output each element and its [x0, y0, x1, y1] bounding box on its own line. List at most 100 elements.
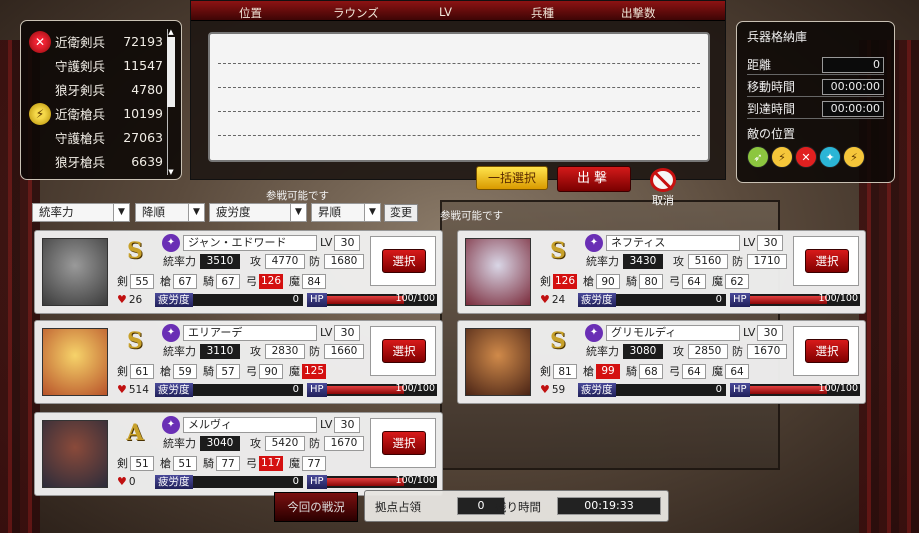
command-label: 統率力 — [163, 255, 196, 268]
troop-row[interactable]: 守護剣兵 11547 — [29, 53, 175, 77]
troop-name: 近衛槍兵 — [55, 106, 106, 122]
chevron-down-icon: ▼ — [364, 204, 380, 221]
character-name: グリモルディ — [606, 325, 740, 341]
spear-value: 51 — [173, 455, 197, 471]
formation-slots[interactable] — [208, 32, 710, 162]
level-label: LV — [743, 236, 756, 249]
heart-icon: ♥ — [117, 293, 127, 306]
enemy-bow-icon[interactable]: ➶ — [747, 146, 769, 168]
sortie-button[interactable]: 出撃 — [557, 166, 631, 192]
command-value: 3110 — [200, 343, 240, 359]
enemy-cavalry-icon[interactable]: ⚡ — [843, 146, 865, 168]
sort-order-1-select[interactable]: 降順 ▼ — [135, 203, 205, 222]
fatigue-value: 0 — [192, 476, 303, 488]
class-icon: ✦ — [585, 324, 603, 342]
spear-label: 槍 — [583, 365, 594, 378]
chevron-down-icon: ▼ — [188, 204, 204, 221]
troop-row[interactable]: 狼牙槍兵 6639 — [29, 149, 175, 173]
select-frame: 選択 — [793, 236, 859, 286]
defense-label: 防 — [309, 437, 320, 450]
heart-icon: ♥ — [117, 475, 127, 488]
sword-label: 剣 — [540, 365, 551, 378]
formation-slot[interactable] — [218, 112, 700, 136]
bow-label: 弓 — [246, 457, 257, 470]
affection-indicator: ♥ 0 — [117, 475, 136, 488]
troop-name: 守護剣兵 — [55, 58, 106, 74]
cavalry-value: 67 — [216, 273, 240, 289]
fatigue-value: 0 — [192, 384, 303, 396]
defense-value: 1670 — [324, 435, 364, 451]
troop-row[interactable]: 狼牙剣兵 4780 — [29, 77, 175, 101]
command-label: 統率力 — [586, 255, 619, 268]
heart-icon: ♥ — [540, 293, 550, 306]
scroll-down-icon[interactable]: ▼ — [167, 169, 175, 176]
move-time-value: 00:00:00 — [822, 78, 884, 95]
character-name: メルヴィ — [183, 417, 317, 433]
formation-header: 位置 ラウンズ LV 兵種 出撃数 — [191, 1, 725, 21]
character-card: S ♥ 24 ✦ ネフティス LV 30 統率力 3430 攻 5160 防 1710 剣… — [457, 230, 866, 314]
sort-order-2-select[interactable]: 昇順 ▼ — [311, 203, 381, 222]
enemy-spear-icon[interactable]: ⚡ — [771, 146, 793, 168]
character-portrait[interactable] — [465, 238, 531, 306]
fatigue-label: 疲労度 — [155, 293, 193, 307]
formation-slot[interactable] — [218, 64, 700, 88]
character-portrait[interactable] — [42, 420, 108, 488]
bulk-select-button[interactable]: 一括選択 — [476, 166, 548, 190]
troop-list-scrollbar[interactable]: ▲ ▼ — [167, 29, 175, 176]
cancel-button[interactable]: 取消 — [648, 168, 678, 207]
sword-label: 剣 — [117, 275, 128, 288]
change-sort-button[interactable]: 変更 — [384, 204, 418, 222]
rank-badge: S — [550, 328, 566, 354]
spear-value: 90 — [596, 273, 620, 289]
select-button[interactable]: 選択 — [382, 249, 426, 273]
troop-row[interactable]: ⚡ 近衛槍兵 10199 — [29, 101, 175, 125]
cavalry-label: 騎 — [203, 275, 214, 288]
class-icon: ✦ — [162, 416, 180, 434]
scroll-thumb[interactable] — [167, 37, 175, 107]
character-portrait[interactable] — [42, 328, 108, 396]
level-field: LV 30 — [743, 235, 784, 251]
spear-value: 59 — [173, 363, 197, 379]
command-value: 3510 — [200, 253, 240, 269]
bow-label: 弓 — [246, 275, 257, 288]
enemy-sword-icon[interactable]: ✕ — [795, 146, 817, 168]
distance-label: 距離 — [747, 58, 772, 72]
troop-name: 狼牙剣兵 — [55, 82, 106, 98]
bow-value: 64 — [682, 273, 706, 289]
fatigue-label: 疲労度 — [155, 383, 193, 397]
affection-value: 26 — [128, 294, 143, 306]
character-card: S ♥ 26 ✦ ジャン・エドワード LV 30 統率力 3510 攻 4770 防 16… — [34, 230, 443, 314]
select-button[interactable]: 選択 — [382, 339, 426, 363]
heart-icon: ♥ — [540, 383, 550, 396]
select-button[interactable]: 選択 — [805, 249, 849, 273]
sword-value: 81 — [553, 363, 577, 379]
affection-indicator: ♥ 514 — [117, 383, 149, 396]
character-portrait[interactable] — [465, 328, 531, 396]
defense-label: 防 — [309, 255, 320, 268]
enemy-position-label: 敵の位置 — [747, 127, 796, 141]
troop-name: 守護槍兵 — [55, 130, 106, 146]
battle-status-button[interactable]: 今回の戦況 — [274, 492, 358, 522]
attack-label: 攻 — [673, 345, 684, 358]
select-button[interactable]: 選択 — [382, 431, 426, 455]
level-label: LV — [320, 418, 333, 431]
enemy-magic-icon[interactable]: ✦ — [819, 146, 841, 168]
spear-label: 槍 — [160, 457, 171, 470]
scroll-up-icon[interactable]: ▲ — [167, 29, 175, 36]
formation-slot[interactable] — [218, 40, 700, 64]
attack-value: 4770 — [265, 253, 305, 269]
defense-label: 防 — [732, 345, 743, 358]
sort-key-2-select[interactable]: 疲労度 ▼ — [209, 203, 307, 222]
troop-row[interactable]: 守護槍兵 27063 — [29, 125, 175, 149]
sort-order-1-value: 降順 — [142, 205, 165, 219]
formation-slot[interactable] — [218, 88, 700, 112]
bow-value: 64 — [682, 363, 706, 379]
fatigue-value: 0 — [615, 384, 726, 396]
spear-label: 槍 — [160, 365, 171, 378]
rank-badge: S — [127, 328, 143, 354]
character-portrait[interactable] — [42, 238, 108, 306]
select-button[interactable]: 選択 — [805, 339, 849, 363]
troop-row[interactable]: ✕ 近衛剣兵 72193 — [29, 29, 175, 53]
sort-key-1-select[interactable]: 統率力 ▼ — [32, 203, 130, 222]
chevron-down-icon: ▼ — [113, 204, 129, 221]
